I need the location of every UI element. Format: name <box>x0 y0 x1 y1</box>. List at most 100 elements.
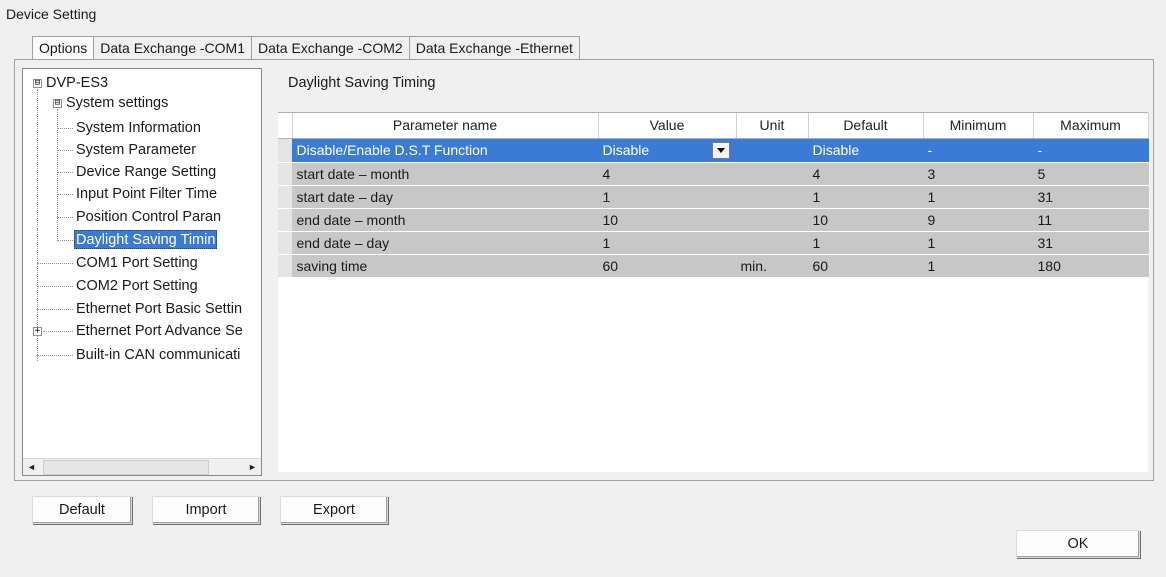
column-header-minimum[interactable]: Minimum <box>923 113 1034 139</box>
minimum-cell: 1 <box>923 231 1034 255</box>
tree-connector <box>37 229 38 361</box>
maximum-cell: 5 <box>1033 162 1149 186</box>
tree-node-com1-port-setting[interactable]: COM1 Port Setting <box>75 254 199 273</box>
window-title: Device Setting <box>6 6 97 22</box>
value-dropdown[interactable]: Disable <box>598 138 737 163</box>
import-button[interactable]: Import <box>152 496 260 524</box>
default-cell: 10 <box>808 208 924 232</box>
row-header[interactable] <box>278 254 293 278</box>
scroll-left-icon[interactable]: ◄ <box>23 459 40 475</box>
maximum-cell: 31 <box>1033 231 1149 255</box>
tree-node-device-range-setting[interactable]: Device Range Setting <box>75 163 217 182</box>
tree-connector <box>37 89 38 229</box>
table-row[interactable]: Disable/Enable D.S.T Function Disable Di… <box>278 138 1149 163</box>
tree-node-ethernet-basic[interactable]: Ethernet Port Basic Settin <box>75 300 243 319</box>
tree-connector <box>37 263 73 264</box>
column-header-default[interactable]: Default <box>808 113 924 139</box>
expand-icon[interactable]: + <box>33 327 42 336</box>
tree-connector <box>37 309 73 310</box>
param-name-cell[interactable]: end date – day <box>292 231 599 255</box>
settings-tree[interactable]: ⊟ DVP-ES3 ⊟ System settings System Infor… <box>22 68 262 476</box>
tree-node-system-parameter[interactable]: System Parameter <box>75 141 197 160</box>
tree-node-com2-port-setting[interactable]: COM2 Port Setting <box>75 277 199 296</box>
tab-data-exchange-ethernet[interactable]: Data Exchange -Ethernet <box>408 36 580 60</box>
default-cell: Disable <box>808 138 924 163</box>
tab-data-exchange-com2[interactable]: Data Exchange -COM2 <box>250 36 410 60</box>
row-header[interactable] <box>278 185 293 209</box>
scroll-right-icon[interactable]: ► <box>244 459 261 475</box>
default-button[interactable]: Default <box>32 496 132 524</box>
row-header[interactable] <box>278 231 293 255</box>
tree-connector <box>57 150 73 151</box>
tree-node-dvp-es3[interactable]: DVP-ES3 <box>45 74 109 93</box>
maximum-cell: 180 <box>1033 254 1149 278</box>
tree-connector <box>57 240 73 241</box>
tree-node-system-settings[interactable]: System settings <box>65 94 169 113</box>
tree-node-ethernet-advance[interactable]: Ethernet Port Advance Se <box>75 322 244 341</box>
value-cell[interactable]: 10 <box>598 208 737 232</box>
tree-connector <box>43 331 73 332</box>
row-header[interactable] <box>278 138 293 163</box>
default-cell: 4 <box>808 162 924 186</box>
ok-button[interactable]: OK <box>1016 530 1140 558</box>
table-row[interactable]: saving time 60 min. 60 1 180 <box>278 254 1149 278</box>
table-row[interactable]: start date – day 1 1 1 31 <box>278 185 1149 209</box>
table-row[interactable]: end date – day 1 1 1 31 <box>278 231 1149 255</box>
param-name-cell[interactable]: end date – month <box>292 208 599 232</box>
tree-node-system-information[interactable]: System Information <box>75 119 202 138</box>
tree-connector <box>57 172 73 173</box>
unit-cell: min. <box>736 254 809 278</box>
param-name-cell[interactable]: start date – day <box>292 185 599 209</box>
value-dropdown-text: Disable <box>602 141 650 158</box>
param-name-cell[interactable]: saving time <box>292 254 599 278</box>
tree-horizontal-scrollbar[interactable]: ◄ ► <box>23 458 261 475</box>
minimum-cell: 9 <box>923 208 1034 232</box>
table-row[interactable]: end date – month 10 10 9 11 <box>278 208 1149 232</box>
section-title: Daylight Saving Timing <box>288 75 436 91</box>
row-header[interactable] <box>278 208 293 232</box>
collapse-icon[interactable]: ⊟ <box>33 79 42 88</box>
minimum-cell: - <box>923 138 1034 163</box>
tree-connector <box>37 286 73 287</box>
column-header-parameter-name[interactable]: Parameter name <box>292 113 599 139</box>
unit-cell <box>736 162 809 186</box>
table-row[interactable]: start date – month 4 4 3 5 <box>278 162 1149 186</box>
row-header[interactable] <box>278 162 293 186</box>
tree-connector <box>57 194 73 195</box>
value-cell[interactable]: 1 <box>598 231 737 255</box>
unit-cell <box>736 231 809 255</box>
value-cell[interactable]: 60 <box>598 254 737 278</box>
tree-connector <box>57 217 73 218</box>
tab-options[interactable]: Options <box>32 36 95 60</box>
tree-node-builtin-can[interactable]: Built-in CAN communicati <box>75 346 241 365</box>
column-header-value[interactable]: Value <box>598 113 737 139</box>
column-header-unit[interactable]: Unit <box>736 113 809 139</box>
parameter-grid: Parameter name Value Unit Default Minimu… <box>278 112 1149 472</box>
maximum-cell: 11 <box>1033 208 1149 232</box>
minimum-cell: 1 <box>923 254 1034 278</box>
unit-cell <box>736 208 809 232</box>
grid-header-row: Parameter name Value Unit Default Minimu… <box>278 113 1149 139</box>
chevron-down-icon[interactable] <box>711 141 730 159</box>
default-cell: 1 <box>808 231 924 255</box>
maximum-cell: 31 <box>1033 185 1149 209</box>
tree-connector <box>37 355 73 356</box>
export-button[interactable]: Export <box>280 496 388 524</box>
default-cell: 60 <box>808 254 924 278</box>
value-cell[interactable]: 1 <box>598 185 737 209</box>
param-name-cell[interactable]: Disable/Enable D.S.T Function <box>292 138 599 163</box>
tree-node-daylight-saving-timing[interactable]: Daylight Saving Timin <box>74 230 218 249</box>
maximum-cell: - <box>1033 138 1149 163</box>
tab-data-exchange-com1[interactable]: Data Exchange -COM1 <box>93 36 252 60</box>
tab-strip: Options Data Exchange -COM1 Data Exchang… <box>32 36 580 60</box>
grid-header-corner <box>278 113 293 139</box>
scroll-thumb[interactable] <box>43 460 209 475</box>
param-name-cell[interactable]: start date – month <box>292 162 599 186</box>
unit-cell <box>736 185 809 209</box>
value-cell[interactable]: 4 <box>598 162 737 186</box>
column-header-maximum[interactable]: Maximum <box>1033 113 1149 139</box>
collapse-icon[interactable]: ⊟ <box>53 99 62 108</box>
unit-cell <box>736 138 809 163</box>
tree-node-input-point-filter-time[interactable]: Input Point Filter Time <box>75 185 218 204</box>
tree-node-position-control[interactable]: Position Control Paran <box>75 208 222 227</box>
